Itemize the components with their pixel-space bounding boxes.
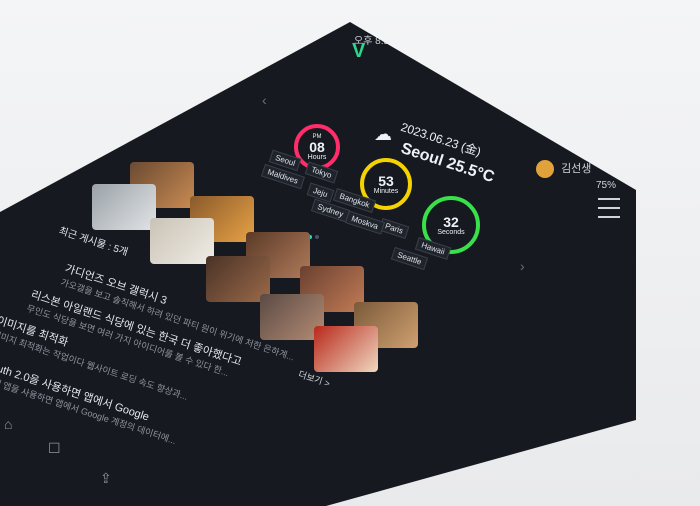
menu-icon[interactable]	[598, 198, 620, 218]
clock-minutes-value: 53	[378, 172, 394, 189]
clock-seconds-unit: Seconds	[437, 228, 465, 236]
carousel-dot[interactable]	[315, 235, 319, 239]
share-icon[interactable]: ⇪	[100, 470, 112, 487]
home-icon[interactable]: ⌂	[4, 416, 12, 432]
user-name: 김선생	[561, 163, 592, 175]
clock-seconds-value: 32	[443, 213, 459, 230]
photo[interactable]	[314, 326, 378, 372]
clock-minutes-unit: Minutes	[373, 187, 399, 195]
user-profile[interactable]: 김선생	[536, 160, 592, 179]
chat-icon[interactable]: ☐	[48, 440, 61, 457]
weather-icon: ☁	[374, 124, 392, 144]
clock-hours-value: 08	[309, 138, 325, 155]
chevron-up-icon[interactable]: ‹	[262, 92, 267, 108]
avatar	[536, 160, 554, 179]
city-tag[interactable]: Tokyo	[304, 161, 339, 184]
clock-hours: PM 08 Hours	[294, 124, 340, 170]
photo[interactable]	[150, 218, 214, 264]
app-screen: 오후 8:53 75% V 김선생 ☁ 2023.06.23 (金) Seoul…	[0, 22, 636, 506]
city-tag[interactable]: Moskva	[344, 210, 385, 235]
app-logo: V	[352, 40, 366, 62]
chevron-down-icon[interactable]: ›	[520, 258, 525, 274]
carousel-dots	[308, 226, 322, 244]
board-header-text: 최근 게시물 : 5개	[57, 225, 130, 259]
status-battery: 75%	[596, 180, 617, 191]
photo[interactable]	[92, 184, 156, 230]
clock-hours-unit: Hours	[307, 153, 327, 161]
